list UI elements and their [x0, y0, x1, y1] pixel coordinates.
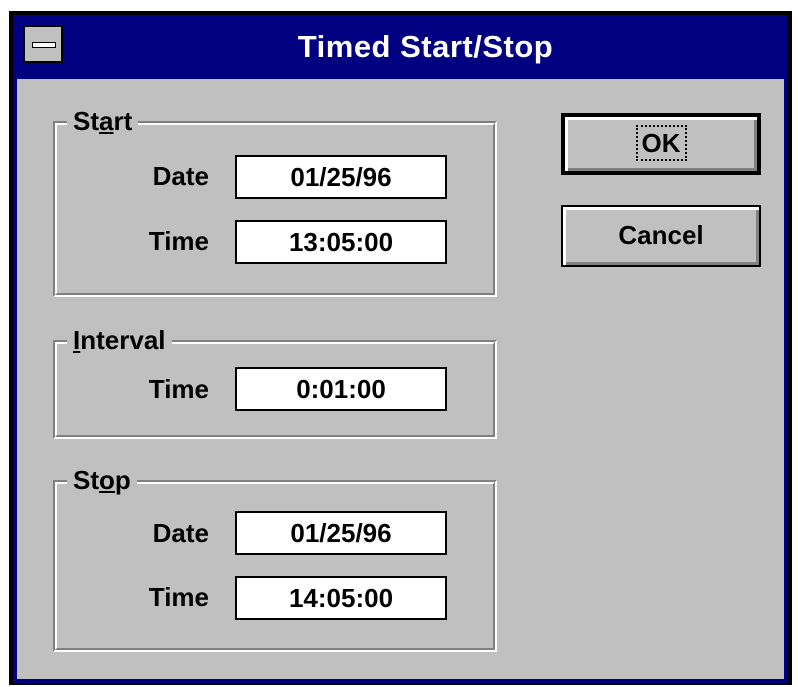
- dialog-window: Timed Start/Stop Start Date 01/25/96 Tim…: [9, 11, 792, 685]
- start-date-field[interactable]: 01/25/96: [235, 155, 447, 199]
- start-time-field[interactable]: 13:05:00: [235, 220, 447, 264]
- stop-time-field[interactable]: 14:05:00: [235, 576, 447, 620]
- start-group: Start: [53, 106, 497, 297]
- stop-legend: Stop: [67, 465, 137, 495]
- stop-time-label: Time: [148, 582, 209, 612]
- dialog-client: Start Date 01/25/96 Time 13:05:00 Interv…: [17, 79, 784, 679]
- stop-date-field[interactable]: 01/25/96: [235, 511, 447, 555]
- window-frame: Timed Start/Stop Start Date 01/25/96 Tim…: [13, 15, 788, 683]
- system-menu-bar-icon: [32, 42, 56, 48]
- interval-legend: Interval: [67, 325, 172, 355]
- stop-group: Stop: [53, 465, 497, 652]
- start-legend: Start: [67, 106, 139, 136]
- title-bar[interactable]: Timed Start/Stop: [13, 15, 788, 77]
- stop-date-label: Date: [152, 518, 209, 548]
- start-date-label: Date: [152, 161, 209, 191]
- ok-button-label: OK: [635, 125, 687, 161]
- window-title: Timed Start/Stop: [297, 29, 554, 64]
- interval-time-field[interactable]: 0:01:00: [235, 367, 447, 411]
- ok-button[interactable]: OK: [561, 113, 761, 175]
- cancel-button[interactable]: Cancel: [561, 205, 761, 267]
- system-menu-icon[interactable]: [23, 25, 63, 63]
- interval-time-label: Time: [148, 374, 209, 404]
- start-time-label: Time: [148, 226, 209, 256]
